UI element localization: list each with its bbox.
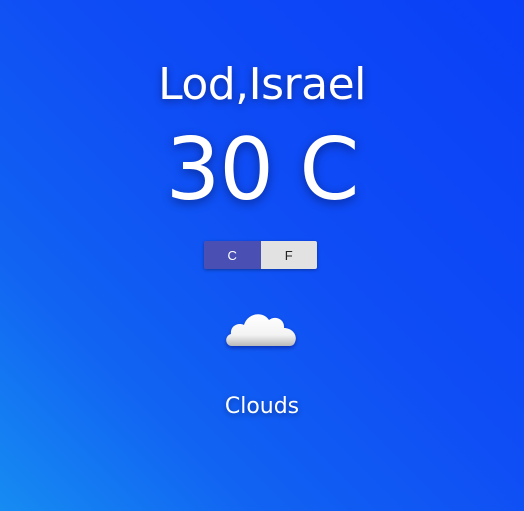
weather-condition: Clouds bbox=[224, 394, 300, 419]
fahrenheit-button[interactable]: F bbox=[260, 241, 317, 269]
temperature-readout: 30 C bbox=[165, 120, 360, 220]
cloud-icon bbox=[222, 302, 302, 354]
unit-toggle: C F bbox=[204, 241, 317, 269]
location-title: Lod,Israel bbox=[158, 59, 366, 110]
celsius-button[interactable]: C bbox=[204, 241, 261, 269]
